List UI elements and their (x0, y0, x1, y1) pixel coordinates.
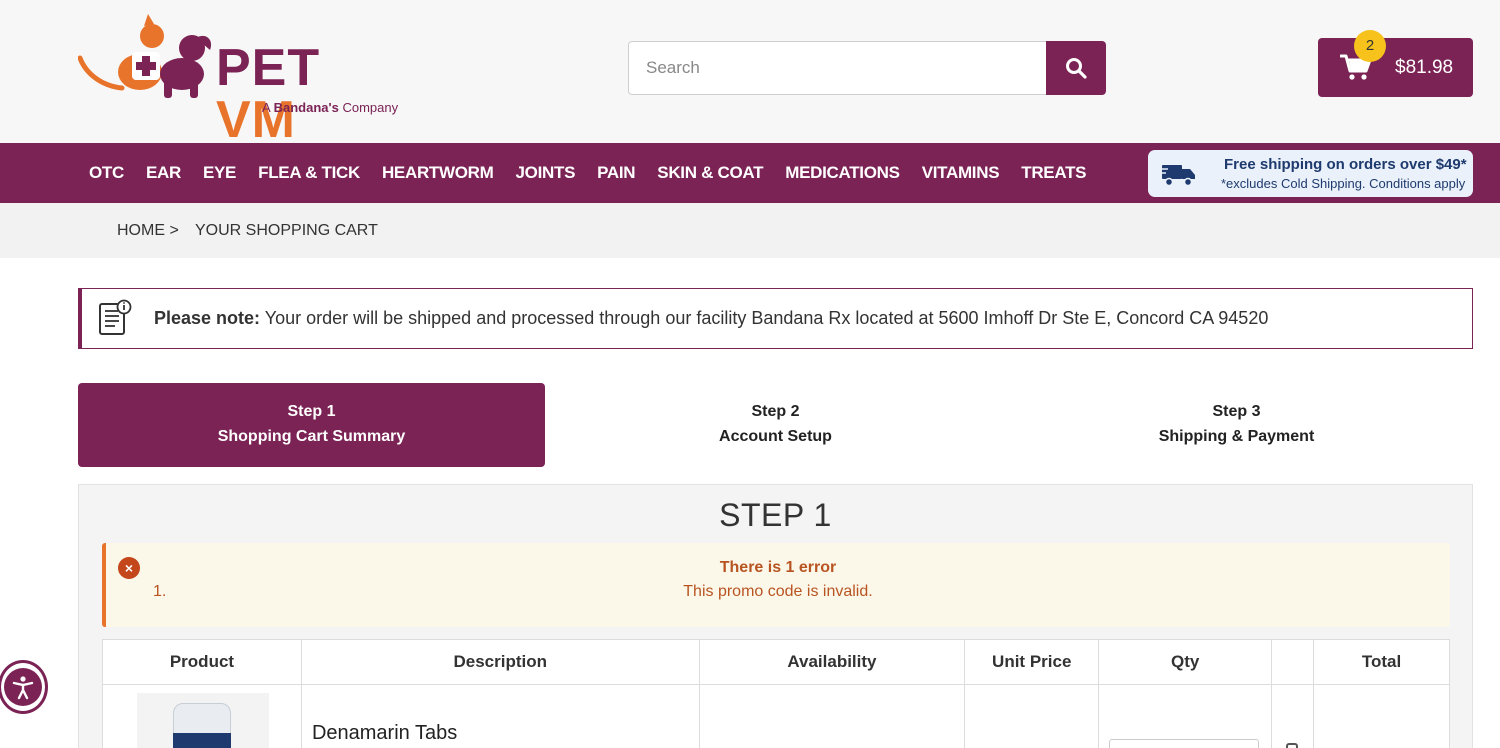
notice-body: Your order will be shipped and processed… (260, 308, 1269, 328)
checkout-step-3[interactable]: Step 3 Shipping & Payment (1006, 383, 1467, 467)
column-header-unit-price: Unit Price (964, 639, 1100, 685)
availability-cell (698, 684, 966, 748)
step-1-label: Shopping Cart Summary (217, 428, 406, 445)
product-name[interactable]: Denamarin Tabs (312, 722, 699, 745)
unit-price-cell (964, 684, 1100, 748)
cart-button[interactable]: 2 $81.98 (1318, 30, 1473, 97)
column-header-description: Description (300, 639, 700, 685)
search-icon (1066, 58, 1087, 79)
bottle-label (173, 733, 231, 748)
quantity-stepper[interactable] (1109, 739, 1260, 748)
error-title: There is 1 error (719, 559, 837, 576)
nav-item-heartworm[interactable]: HEARTWORM (371, 163, 505, 183)
nav-item-flea-tick[interactable]: FLEA & TICK (247, 163, 371, 183)
cart-count-badge: 2 (1354, 30, 1386, 62)
free-shipping-banner[interactable]: Free shipping on orders over $49* *exclu… (1148, 150, 1473, 197)
cart-table: Product Description Availability Unit Pr… (102, 639, 1450, 748)
description-cell: Denamarin Tabs (300, 684, 700, 748)
accessibility-icon-bg (4, 668, 42, 706)
column-header-availability: Availability (698, 639, 966, 685)
cart-summary-panel: STEP 1 × There is 1 error 1. This promo … (78, 484, 1473, 748)
cart-total: $81.98 (1395, 57, 1454, 78)
accessibility-button[interactable] (0, 660, 48, 714)
shipping-note: *excludes Cold Shipping. Conditions appl… (1221, 176, 1466, 191)
main-nav: OTC EAR EYE FLEA & TICK HEARTWORM JOINTS… (0, 143, 1500, 203)
nav-item-ear[interactable]: EAR (135, 163, 192, 183)
site-header: PET VM A Bandana's Company 2 $81.98 (0, 0, 1500, 146)
checkout-step-2[interactable]: Step 2 Account Setup (545, 383, 1006, 467)
tagline-prefix: A (262, 100, 270, 115)
product-cell (102, 684, 302, 748)
column-header-product: Product (102, 639, 302, 685)
accessibility-icon (12, 676, 34, 700)
search-input[interactable] (628, 41, 1048, 95)
column-header-delete (1271, 639, 1315, 685)
tagline-suffix: Company (342, 100, 399, 115)
nav-item-medications[interactable]: MEDICATIONS (774, 163, 910, 183)
column-header-total: Total (1313, 639, 1450, 685)
step-1-number: Step 1 (287, 403, 336, 420)
nav-item-otc[interactable]: OTC (78, 163, 135, 183)
tagline-brand: Bandana's (273, 100, 339, 115)
panel-title: STEP 1 (719, 497, 832, 533)
nav-item-eye[interactable]: EYE (192, 163, 247, 183)
column-header-qty: Qty (1098, 639, 1273, 685)
logo-tagline: A Bandana's Company (262, 100, 398, 115)
search-button[interactable] (1046, 41, 1106, 95)
document-info-icon (99, 299, 132, 335)
notice-label: Please note: (154, 308, 261, 328)
step-2-number: Step 2 (751, 403, 800, 420)
nav-item-vitamins[interactable]: VITAMINS (911, 163, 1011, 183)
step-3-number: Step 3 (1212, 403, 1261, 420)
trash-icon[interactable] (1286, 743, 1299, 748)
breadcrumb: HOME > YOUR SHOPPING CART (0, 203, 1500, 258)
error-alert: × There is 1 error 1. This promo code is… (102, 543, 1450, 627)
total-cell (1313, 684, 1450, 748)
shipping-title: Free shipping on orders over $49* (1224, 156, 1467, 173)
delete-cell (1271, 684, 1315, 748)
step-2-label: Account Setup (719, 428, 832, 445)
nav-item-skin-coat[interactable]: SKIN & COAT (646, 163, 774, 183)
search-bar (628, 41, 1106, 95)
category-menu: OTC EAR EYE FLEA & TICK HEARTWORM JOINTS… (78, 143, 1097, 203)
breadcrumb-current: YOUR SHOPPING CART (195, 222, 378, 239)
nav-item-pain[interactable]: PAIN (586, 163, 646, 183)
shipping-notice: Please note: Your order will be shipped … (78, 288, 1473, 349)
nav-item-treats[interactable]: TREATS (1010, 163, 1097, 183)
qty-cell (1098, 684, 1273, 748)
notice-text: Please note: Your order will be shipped … (154, 308, 1268, 329)
delivery-truck-icon (1160, 165, 1195, 187)
nav-item-joints[interactable]: JOINTS (505, 163, 587, 183)
breadcrumb-home-link[interactable]: HOME > (117, 222, 179, 240)
product-image[interactable] (137, 693, 269, 748)
step-3-label: Shipping & Payment (1158, 428, 1315, 445)
error-message: This promo code is invalid. (683, 583, 873, 600)
table-header-row: Product Description Availability Unit Pr… (102, 639, 1450, 685)
petvm-logo[interactable]: PET VM A Bandana's Company (78, 14, 408, 146)
pet-logo-icon (78, 14, 212, 98)
logo-word-pet: PET (216, 39, 321, 97)
checkout-step-1[interactable]: Step 1 Shopping Cart Summary (78, 383, 545, 467)
logo-wordmark: PET VM (216, 42, 408, 146)
table-row: Denamarin Tabs (102, 684, 1450, 748)
